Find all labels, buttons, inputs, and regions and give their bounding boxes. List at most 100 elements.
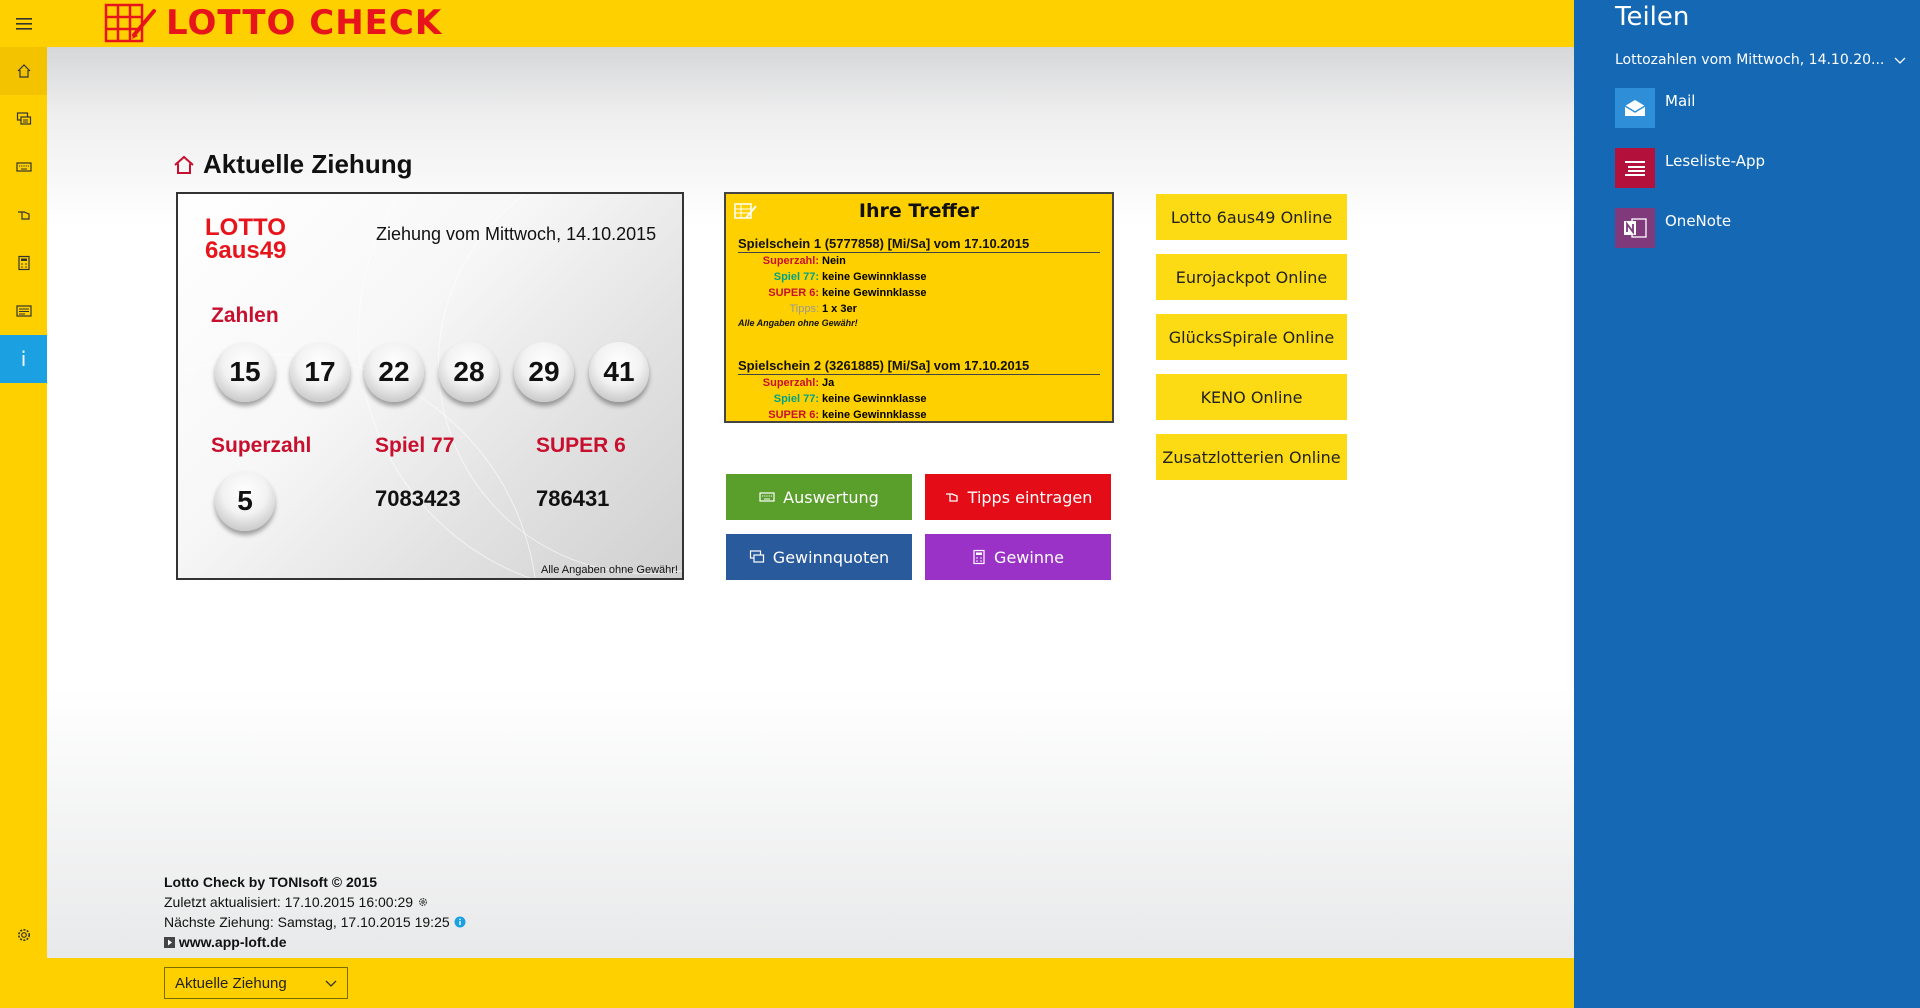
sidebar-item-keyboard[interactable] <box>0 143 47 191</box>
ticket-line-key: Superzahl: <box>762 255 819 267</box>
spiel77-number: 7083423 <box>375 486 461 511</box>
view-select-value: Aktuelle Ziehung <box>175 975 287 992</box>
page-title: Aktuelle Ziehung <box>203 149 413 179</box>
footer-info: Lotto Check by TONIsoft © 2015 Zuletzt a… <box>164 872 466 952</box>
share-target-label: Leseliste-App <box>1665 152 1766 170</box>
reading-list-icon <box>1615 148 1655 188</box>
info-icon: i <box>20 347 27 371</box>
chevron-down-icon <box>325 980 337 987</box>
onenote-icon <box>1615 208 1655 248</box>
ticket-line-value: keine Gewinnklasse <box>822 393 927 405</box>
keyboard-icon <box>15 162 32 172</box>
next-draw-text: Nächste Ziehung: Samstag, 17.10.2015 19:… <box>164 914 450 930</box>
superzahl-label: Superzahl <box>211 434 312 457</box>
draw-results-panel: LOTTO 6aus49 Ziehung vom Mittwoch, 14.10… <box>176 192 684 580</box>
bottom-bar: Aktuelle Ziehung <box>0 958 1574 1008</box>
gewinnquoten-button[interactable]: Gewinnquoten <box>726 534 912 580</box>
top-bar: LOTTO CHECK <box>0 0 1574 47</box>
app-title: LOTTO CHECK <box>166 3 443 43</box>
share-target-label: OneNote <box>1665 212 1732 230</box>
hand-icon <box>945 493 958 502</box>
chat-icon <box>16 112 31 125</box>
ticket-line-key: SUPER 6: <box>768 409 819 421</box>
auswertung-button[interactable]: Auswertung <box>726 474 912 520</box>
sidebar-item-tickets[interactable] <box>0 287 47 335</box>
ticket-line-key: Tipps: <box>789 303 819 315</box>
calculator-icon <box>973 549 985 565</box>
app-window: LOTTO CHECK i Aktuelle Ziehung LOTTO 6au… <box>0 0 1574 1008</box>
ticket-result: Spielschein 1 (5777858) [Mi/Sa] vom 17.1… <box>738 236 1100 328</box>
chevron-down-icon <box>1894 57 1906 64</box>
ticket-header: Spielschein 1 (5777858) [Mi/Sa] vom 17.1… <box>738 236 1100 253</box>
keno-online-button[interactable]: KENO Online <box>1156 374 1347 420</box>
website-link-row[interactable]: www.app-loft.de <box>164 932 466 952</box>
eurojackpot-online-button[interactable]: Eurojackpot Online <box>1156 254 1347 300</box>
sidebar-item-quoten[interactable] <box>0 95 47 143</box>
ticket-icon <box>15 305 32 317</box>
treffer-panel[interactable]: Ihre Treffer Spielschein 1 (5777858) [Mi… <box>724 192 1114 423</box>
zusatzlotterien-online-button[interactable]: Zusatzlotterien Online <box>1156 434 1347 480</box>
view-select-dropdown[interactable]: Aktuelle Ziehung <box>164 967 348 999</box>
info-icon[interactable] <box>454 916 466 928</box>
zahlen-label: Zahlen <box>211 304 279 327</box>
gluecksspirale-online-button[interactable]: GlücksSpirale Online <box>1156 314 1347 360</box>
hamburger-menu-button[interactable] <box>0 0 47 47</box>
credit-text: Lotto Check by TONIsoft © 2015 <box>164 874 378 890</box>
chat-icon <box>749 550 764 563</box>
share-pane: Teilen Lottozahlen vom Mittwoch, 14.10.2… <box>1574 0 1920 1008</box>
ticket-header: Spielschein 2 (3261885) [Mi/Sa] vom 17.1… <box>738 358 1100 375</box>
ticket-line-value: keine Gewinnklasse <box>822 287 927 299</box>
superzahl-ball: 5 <box>215 471 275 531</box>
ticket-result: Spielschein 2 (3261885) [Mi/Sa] vom 17.1… <box>738 358 1100 421</box>
ticket-disclaimer: Alle Angaben ohne Gewähr! <box>738 318 858 328</box>
home-icon <box>17 64 30 78</box>
hamburger-icon <box>15 17 32 30</box>
page-heading: Aktuelle Ziehung <box>173 149 412 180</box>
ticket-line-superzahl: Superzahl: Nein <box>738 253 1100 269</box>
draw-date: Ziehung vom Mittwoch, 14.10.2015 <box>376 224 657 244</box>
share-title: Teilen <box>1615 2 1690 32</box>
lotto-grid-logo-icon <box>104 3 156 43</box>
auswertung-label: Auswertung <box>783 487 879 507</box>
nav-sidebar: i <box>0 47 47 958</box>
share-subject-text: Lottozahlen vom Mittwoch, 14.10.20... <box>1615 52 1885 68</box>
sidebar-item-calculator[interactable] <box>0 239 47 287</box>
website-link[interactable]: www.app-loft.de <box>179 934 287 950</box>
ticket-line-tipps: Tipps: 1 x 3er <box>738 301 1100 317</box>
ticket-line-key: Spiel 77: <box>773 271 819 283</box>
keyboard-icon <box>759 492 775 502</box>
gewinne-button[interactable]: Gewinne <box>925 534 1111 580</box>
tipps-eintragen-label: Tipps eintragen <box>967 487 1093 507</box>
ticket-line-super6: SUPER 6: keine Gewinnklasse <box>738 285 1100 301</box>
share-target-mail[interactable]: Mail <box>1615 88 1695 128</box>
sidebar-item-home[interactable] <box>0 47 47 95</box>
gewinne-label: Gewinne <box>994 547 1064 567</box>
ticket-line-key: Spiel 77: <box>773 393 819 405</box>
ticket-line-value: Ja <box>822 377 835 389</box>
lotto-ball: 29 <box>514 342 574 402</box>
tipps-eintragen-button[interactable]: Tipps eintragen <box>925 474 1111 520</box>
lotto-ball: 15 <box>215 342 275 402</box>
lotto-6aus49-online-button[interactable]: Lotto 6aus49 Online <box>1156 194 1347 240</box>
share-target-onenote[interactable]: OneNote <box>1615 208 1731 248</box>
lotto-6aus49-logo: LOTTO 6aus49 <box>205 214 286 263</box>
refresh-gear-icon[interactable] <box>417 896 429 908</box>
share-target-leseliste[interactable]: Leseliste-App <box>1615 148 1765 188</box>
share-subject-dropdown[interactable]: Lottozahlen vom Mittwoch, 14.10.20... <box>1615 52 1906 68</box>
sidebar-item-info[interactable]: i <box>0 335 47 383</box>
next-draw-row: Nächste Ziehung: Samstag, 17.10.2015 19:… <box>164 912 466 932</box>
ticket-line-value: 1 x 3er <box>822 303 857 315</box>
sidebar-item-settings[interactable] <box>0 911 47 959</box>
lotto-logo-line1: LOTTO <box>205 214 286 241</box>
hand-icon <box>17 211 30 220</box>
lotto-ball: 28 <box>439 342 499 402</box>
ticket-line-value: Nein <box>822 255 846 267</box>
draw-disclaimer: Alle Angaben ohne Gewähr! <box>541 564 678 576</box>
spiel77-label: Spiel 77 <box>375 434 455 457</box>
super6-label: SUPER 6 <box>536 434 626 457</box>
play-arrow-icon <box>164 937 175 948</box>
sidebar-item-tipps[interactable] <box>0 191 47 239</box>
home-icon <box>174 155 194 174</box>
lotto-ball: 22 <box>364 342 424 402</box>
mail-icon <box>1615 88 1655 128</box>
